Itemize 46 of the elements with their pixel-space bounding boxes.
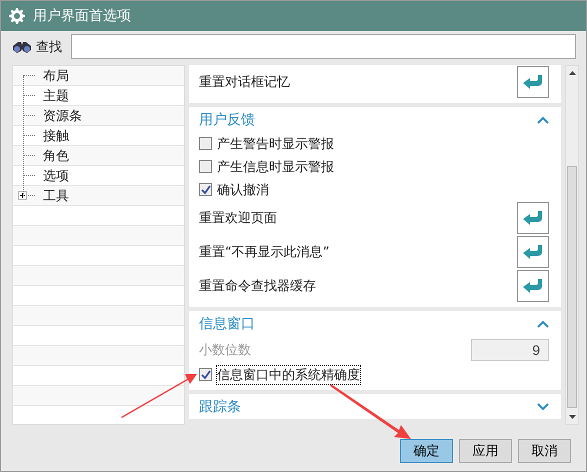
- scroll-thumb[interactable]: [567, 166, 577, 408]
- setting-label: 重置“不再显示此消息”: [199, 244, 330, 261]
- tree-item[interactable]: 选项: [43, 166, 69, 184]
- checkbox[interactable]: [199, 368, 212, 381]
- reset-button[interactable]: [517, 236, 549, 268]
- dialog-button[interactable]: 取消: [518, 439, 571, 463]
- tree-item[interactable]: 主题: [43, 86, 69, 104]
- search-field[interactable]: [71, 34, 576, 59]
- section-title[interactable]: 用户反馈: [199, 110, 255, 128]
- checkbox[interactable]: [199, 160, 212, 173]
- checkbox[interactable]: [199, 137, 212, 150]
- collapse-icon[interactable]: [537, 116, 549, 124]
- binoculars-icon: [11, 40, 33, 54]
- return-arrow-icon: [522, 210, 544, 226]
- checkbox-label[interactable]: 产生警告时显示警报: [217, 134, 334, 152]
- return-arrow-icon: [522, 74, 544, 90]
- collapse-icon[interactable]: [537, 320, 549, 328]
- reset-button[interactable]: [517, 202, 549, 234]
- tree-item[interactable]: 布局: [43, 66, 69, 84]
- setting-label: 重置命令查找器缓存: [199, 278, 316, 295]
- expand-icon[interactable]: [537, 402, 549, 410]
- expand-toggle[interactable]: [18, 191, 27, 200]
- dialog-button[interactable]: 应用: [459, 439, 512, 463]
- setting-label: 小数位数: [199, 342, 251, 358]
- section-title[interactable]: 跟踪条: [199, 398, 241, 416]
- search-label: 查找: [36, 38, 62, 56]
- return-arrow-icon: [522, 278, 544, 294]
- gear-icon: [9, 8, 25, 24]
- tree-item[interactable]: 角色: [43, 146, 69, 164]
- scroll-up-icon[interactable]: [569, 70, 576, 75]
- setting-label: 重置欢迎页面: [199, 210, 277, 227]
- scrollbar[interactable]: [565, 65, 579, 425]
- reset-button[interactable]: [517, 270, 549, 302]
- tree-item[interactable]: 工具: [43, 186, 69, 204]
- tree-item[interactable]: 接触: [43, 126, 69, 144]
- setting-label: 重置对话框记忆: [199, 74, 290, 91]
- dialog-button[interactable]: 确定: [400, 439, 453, 463]
- return-arrow-icon: [522, 244, 544, 260]
- section-title[interactable]: 信息窗口: [199, 314, 255, 332]
- checkbox[interactable]: [199, 183, 212, 196]
- checkbox-label[interactable]: 信息窗口中的系统精确度: [217, 366, 360, 384]
- reset-button[interactable]: [517, 66, 549, 98]
- window-title: 用户界面首选项: [33, 7, 131, 25]
- checkbox-label[interactable]: 产生信息时显示警报: [217, 158, 334, 176]
- scroll-down-icon[interactable]: [569, 415, 576, 420]
- checkbox-label[interactable]: 确认撤消: [217, 180, 269, 198]
